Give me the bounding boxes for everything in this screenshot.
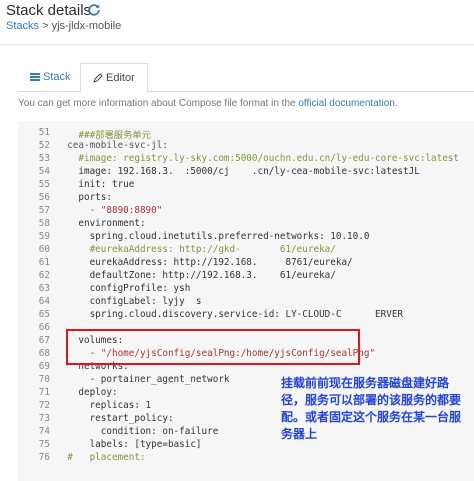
line-number: 63 (38, 283, 50, 294)
code-line: 55 init: true (18, 179, 474, 192)
line-number: 62 (38, 270, 50, 281)
code-line: 61 eurekaAddress: http://192.168. 8761/e… (18, 257, 474, 270)
annotation-note: 挂载前前现在服务器磁盘建好路径，服务可以部署的该服务的都要配。或者固定这个服务在… (281, 376, 462, 441)
tab-stack-label: Stack (43, 71, 71, 83)
line-number: 56 (38, 192, 50, 203)
code-line: 65 spring.cloud.discovery.service-id: LY… (18, 309, 474, 322)
page-header: Stack details Stacks > yjs-jldx-mobile (0, 0, 474, 40)
code-line: 56 ports: (18, 192, 474, 205)
line-number: 72 (38, 400, 50, 411)
line-number: 52 (38, 140, 50, 151)
line-number: 53 (38, 153, 50, 164)
line-number: 60 (38, 244, 50, 255)
breadcrumb-stacks-link[interactable]: Stacks (6, 20, 39, 32)
code-text: environment: (56, 218, 146, 229)
tab-stack[interactable]: Stack (18, 63, 83, 91)
code-text: - "8890:8890" (56, 205, 163, 216)
code-line: 54 image: 192.168.3. :5000/cj .cn/ly-cea… (18, 166, 474, 179)
code-text: image: 192.168.3. :5000/cj .cn/ly-cea-mo… (56, 166, 420, 177)
refresh-icon[interactable] (87, 3, 101, 17)
breadcrumb: Stacks > yjs-jldx-mobile (6, 20, 121, 32)
code-text: labels: [type=basic] (56, 439, 202, 450)
line-number: 55 (38, 179, 50, 190)
line-number: 66 (38, 322, 50, 333)
tab-editor[interactable]: Editor (80, 63, 148, 93)
breadcrumb-current: yjs-jldx-mobile (51, 20, 122, 32)
page-title: Stack details (6, 2, 92, 19)
line-number: 69 (38, 361, 50, 372)
tab-editor-label: Editor (106, 72, 135, 84)
code-text: init: true (56, 179, 135, 190)
code-text: ###部署服务单元 (56, 130, 151, 141)
info-suffix: . (394, 98, 398, 109)
list-icon (30, 73, 40, 82)
line-number: 64 (38, 296, 50, 307)
code-text: #image: registry.ly-sky.com:5000/ouchn.e… (56, 153, 459, 164)
line-number: 67 (38, 335, 50, 346)
line-number: 57 (38, 205, 50, 216)
line-number: 65 (38, 309, 50, 320)
code-text: # placement: (56, 452, 146, 463)
line-number: 76 (38, 452, 50, 463)
info-text: You can get more information about Compo… (18, 98, 299, 109)
code-text: #eurekaAddress: http://gkd- 61/eureka/ (56, 244, 336, 255)
code-text: cea-mobile-svc-jl: (56, 140, 168, 151)
line-number: 74 (38, 426, 50, 437)
line-number: 61 (38, 257, 50, 268)
line-number: 73 (38, 413, 50, 424)
code-line: 63 configProfile: ysh (18, 283, 474, 296)
line-number: 59 (38, 231, 50, 242)
compose-info-text: You can get more information about Compo… (18, 98, 398, 109)
code-line: 51 ###部署服务单元 (18, 127, 474, 141)
code-text: spring.cloud.discovery.service-id: LY-CL… (56, 309, 404, 320)
line-number: 58 (38, 218, 50, 229)
line-number: 75 (38, 439, 50, 450)
line-number: 51 (38, 127, 50, 138)
code-text: condition: on-failure (56, 426, 219, 437)
code-text: restart_policy: (56, 413, 174, 424)
code-text: - portainer_agent_network (56, 374, 230, 385)
breadcrumb-separator: > (39, 20, 52, 32)
pencil-icon (93, 73, 103, 83)
volumes-highlight-box (66, 329, 360, 365)
code-line: 60 #eurekaAddress: http://gkd- 61/eureka… (18, 244, 474, 257)
code-line: 58 environment: (18, 218, 474, 231)
code-text: deploy: (56, 387, 118, 398)
code-line: 53 #image: registry.ly-sky.com:5000/ouch… (18, 153, 474, 166)
tab-bar: Stack Editor (18, 63, 474, 93)
code-text: ports: (56, 192, 112, 203)
line-number: 71 (38, 387, 50, 398)
documentation-link[interactable]: official documentation (298, 98, 395, 109)
code-text: defaultZone: http://192.168.3. 61/eureka… (56, 270, 336, 281)
code-text: eurekaAddress: http://192.168. 8761/eure… (56, 257, 353, 268)
code-text: spring.cloud.inetutils.preferred-network… (56, 231, 370, 242)
code-line: 76 # placement: (18, 452, 474, 465)
code-line: 64 configLabel: lyjy s (18, 296, 474, 309)
code-line: 62 defaultZone: http://192.168.3. 61/eur… (18, 270, 474, 283)
code-text: configProfile: ysh (56, 283, 191, 294)
code-line: 59 spring.cloud.inetutils.preferred-netw… (18, 231, 474, 244)
line-number: 70 (38, 374, 50, 385)
code-line: 52 cea-mobile-svc-jl: (18, 140, 474, 153)
code-text: configLabel: lyjy s (56, 296, 202, 307)
code-text: replicas: 1 (56, 400, 152, 411)
line-number: 68 (38, 348, 50, 359)
line-number: 54 (38, 166, 50, 177)
code-line: 57 - "8890:8890" (18, 205, 474, 218)
